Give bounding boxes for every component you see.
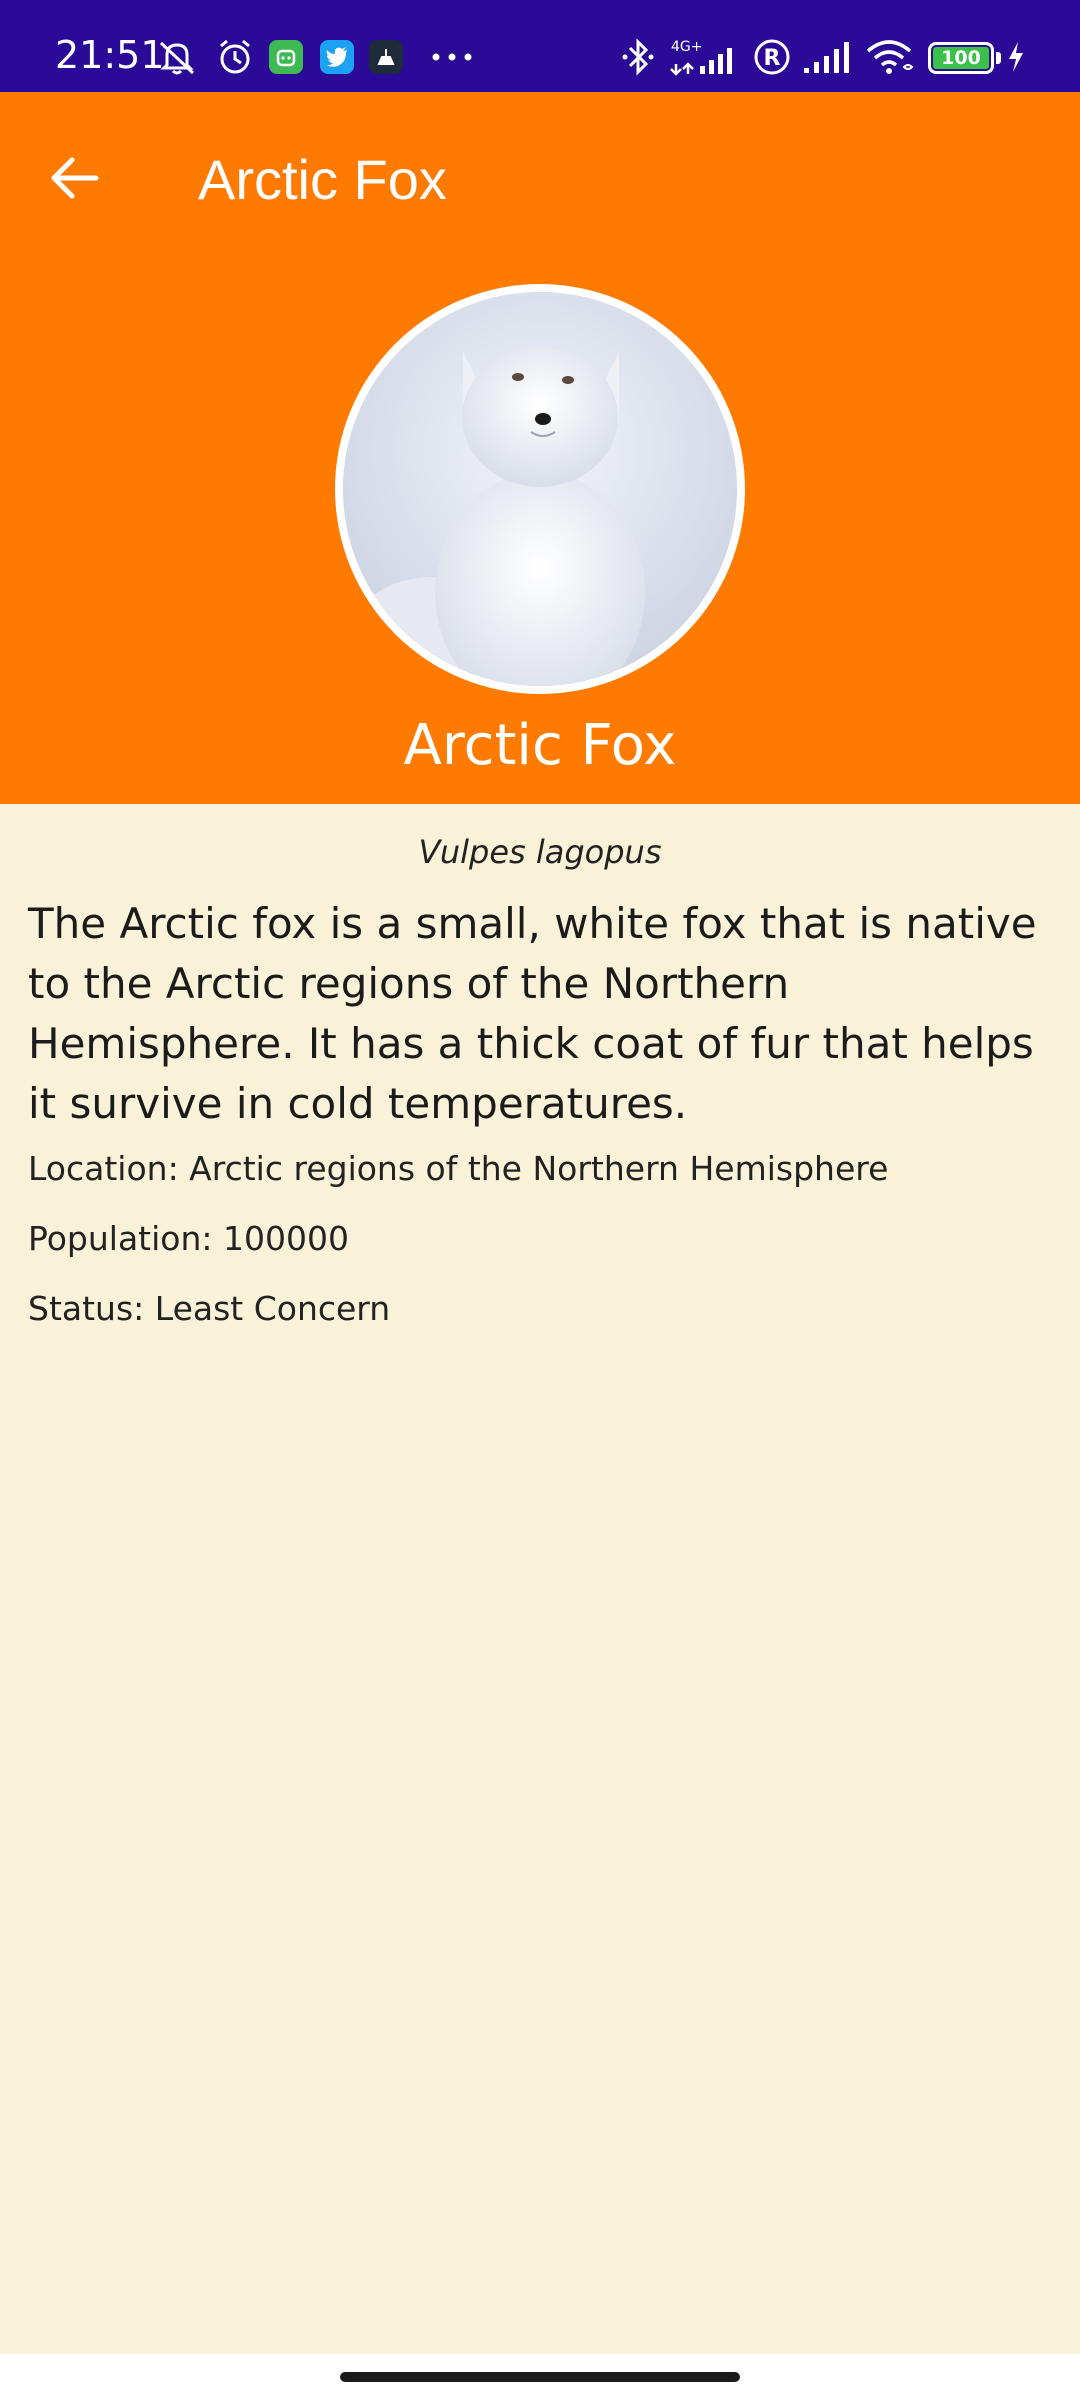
more-icon: [428, 40, 476, 74]
app-icon: [369, 40, 403, 74]
avatar: [343, 292, 737, 686]
avatar-frame: [335, 284, 745, 694]
battery-icon: 100: [928, 42, 994, 74]
svg-text:R: R: [764, 46, 781, 71]
location-text: Location: Arctic regions of the Northern…: [28, 1148, 889, 1188]
population-text: Population: 100000: [28, 1218, 349, 1258]
battery-level: 100: [941, 46, 981, 69]
profile-name: Arctic Fox: [403, 713, 677, 778]
status-text: Status: Least Concern: [28, 1288, 391, 1328]
app-notification-icon: [269, 40, 303, 74]
navigation-bar: [0, 2354, 1080, 2400]
status-bar: 21:51 4G+ R 100: [0, 0, 1080, 92]
app-bar-title: Arctic Fox: [198, 148, 447, 211]
roaming-icon: R: [752, 39, 792, 75]
battery-tip: [996, 52, 1001, 64]
mute-icon: [155, 40, 199, 75]
description: The Arctic fox is a small, white fox tha…: [28, 898, 1037, 1128]
details-section: Vulpes lagopus The Arctic fox is a small…: [28, 804, 1052, 1330]
wifi-icon: [864, 40, 918, 74]
signal-4g-icon: [668, 42, 738, 76]
screen: 21:51 4G+ R 100 Arctic Fox Arctic Fox Vu…: [0, 0, 1080, 2400]
twitter-icon: [320, 40, 354, 74]
status-time: 21:51: [55, 33, 165, 77]
scientific-name: Vulpes lagopus: [418, 833, 662, 871]
bluetooth-icon: [620, 38, 656, 76]
profile-header: Arctic Fox Arctic Fox: [0, 92, 1080, 804]
home-indicator[interactable]: [340, 2372, 740, 2382]
charging-icon: [1006, 40, 1026, 74]
signal-icon: [802, 40, 854, 74]
alarm-icon: [215, 39, 255, 74]
arctic-fox-photo: [343, 292, 737, 686]
back-button[interactable]: [36, 140, 112, 216]
arrow-back-icon: [51, 157, 99, 199]
